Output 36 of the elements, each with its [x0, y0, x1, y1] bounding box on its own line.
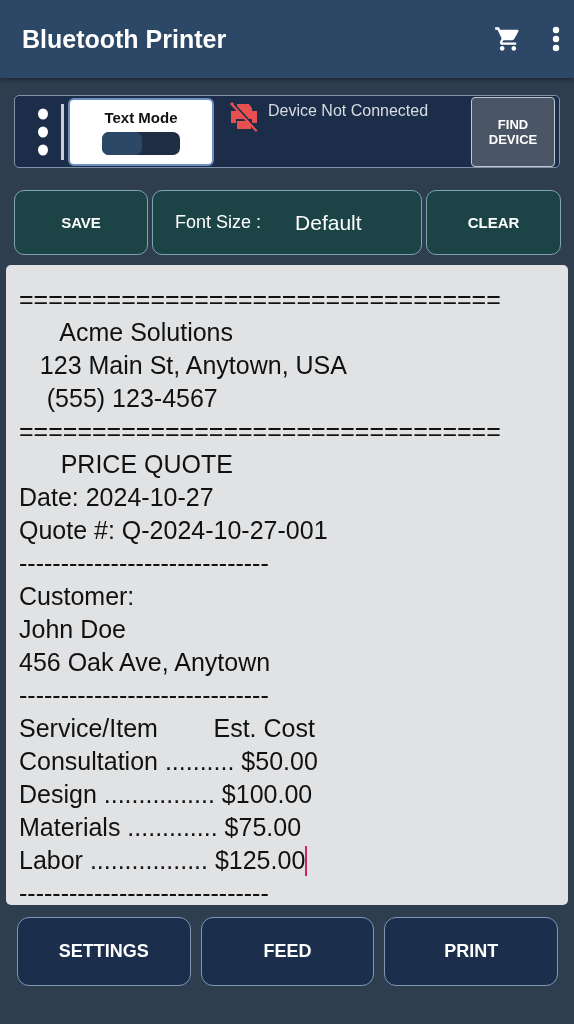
editor-line: =================================	[19, 416, 501, 447]
editor-line: ------------------------------	[19, 680, 269, 711]
font-size-value: Default	[295, 210, 362, 235]
font-size-selector[interactable]: Font Size : Default	[152, 190, 422, 255]
mode-switch[interactable]	[102, 131, 180, 155]
editor-line: Date: 2024-10-27	[19, 482, 214, 513]
editor-line: Labor ................. $125.00	[19, 844, 308, 877]
editor-line: ------------------------------	[19, 878, 269, 905]
editor-line: (555) 123-4567	[45, 383, 218, 414]
connection-status: Device Not Connected	[268, 102, 429, 120]
mode-label: Text Mode	[104, 108, 178, 126]
editor-line: ------------------------------	[19, 548, 269, 579]
app-title: Bluetooth Printer	[22, 24, 228, 54]
editor-line: Materials ............. $75.00	[19, 812, 302, 843]
editor-line: John Doe	[19, 614, 127, 645]
clear-button[interactable]: CLEAR	[426, 190, 561, 255]
settings-button[interactable]: SETTINGS	[17, 917, 191, 986]
printer-off-icon	[228, 102, 260, 132]
editor-line: Quote #: Q-2024-10-27-001	[19, 515, 328, 546]
drag-handle-icon[interactable]	[37, 107, 49, 156]
print-button[interactable]: PRINT	[384, 917, 558, 986]
editor-line: Customer:	[19, 581, 135, 612]
editor-line: 123 Main St, Anytown, USA	[38, 350, 347, 381]
editor-line: Acme Solutions	[58, 317, 233, 348]
more-menu-icon[interactable]	[552, 26, 560, 52]
font-size-label: Font Size :	[175, 212, 262, 233]
find-device-button[interactable]: FIND DEVICE	[471, 96, 555, 167]
editor-line: =================================	[19, 284, 501, 315]
editor-line: PRICE QUOTE	[59, 449, 233, 480]
editor-line: Service/Item Est. Cost	[19, 713, 315, 744]
save-button[interactable]: SAVE	[14, 190, 148, 255]
editor-line: Consultation .......... $50.00	[19, 746, 318, 777]
text-editor[interactable]	[6, 265, 568, 905]
editor-line: 456 Oak Ave, Anytown	[19, 647, 271, 678]
feed-button[interactable]: FEED	[200, 917, 375, 986]
editor-line: Design ................ $100.00	[19, 779, 313, 810]
